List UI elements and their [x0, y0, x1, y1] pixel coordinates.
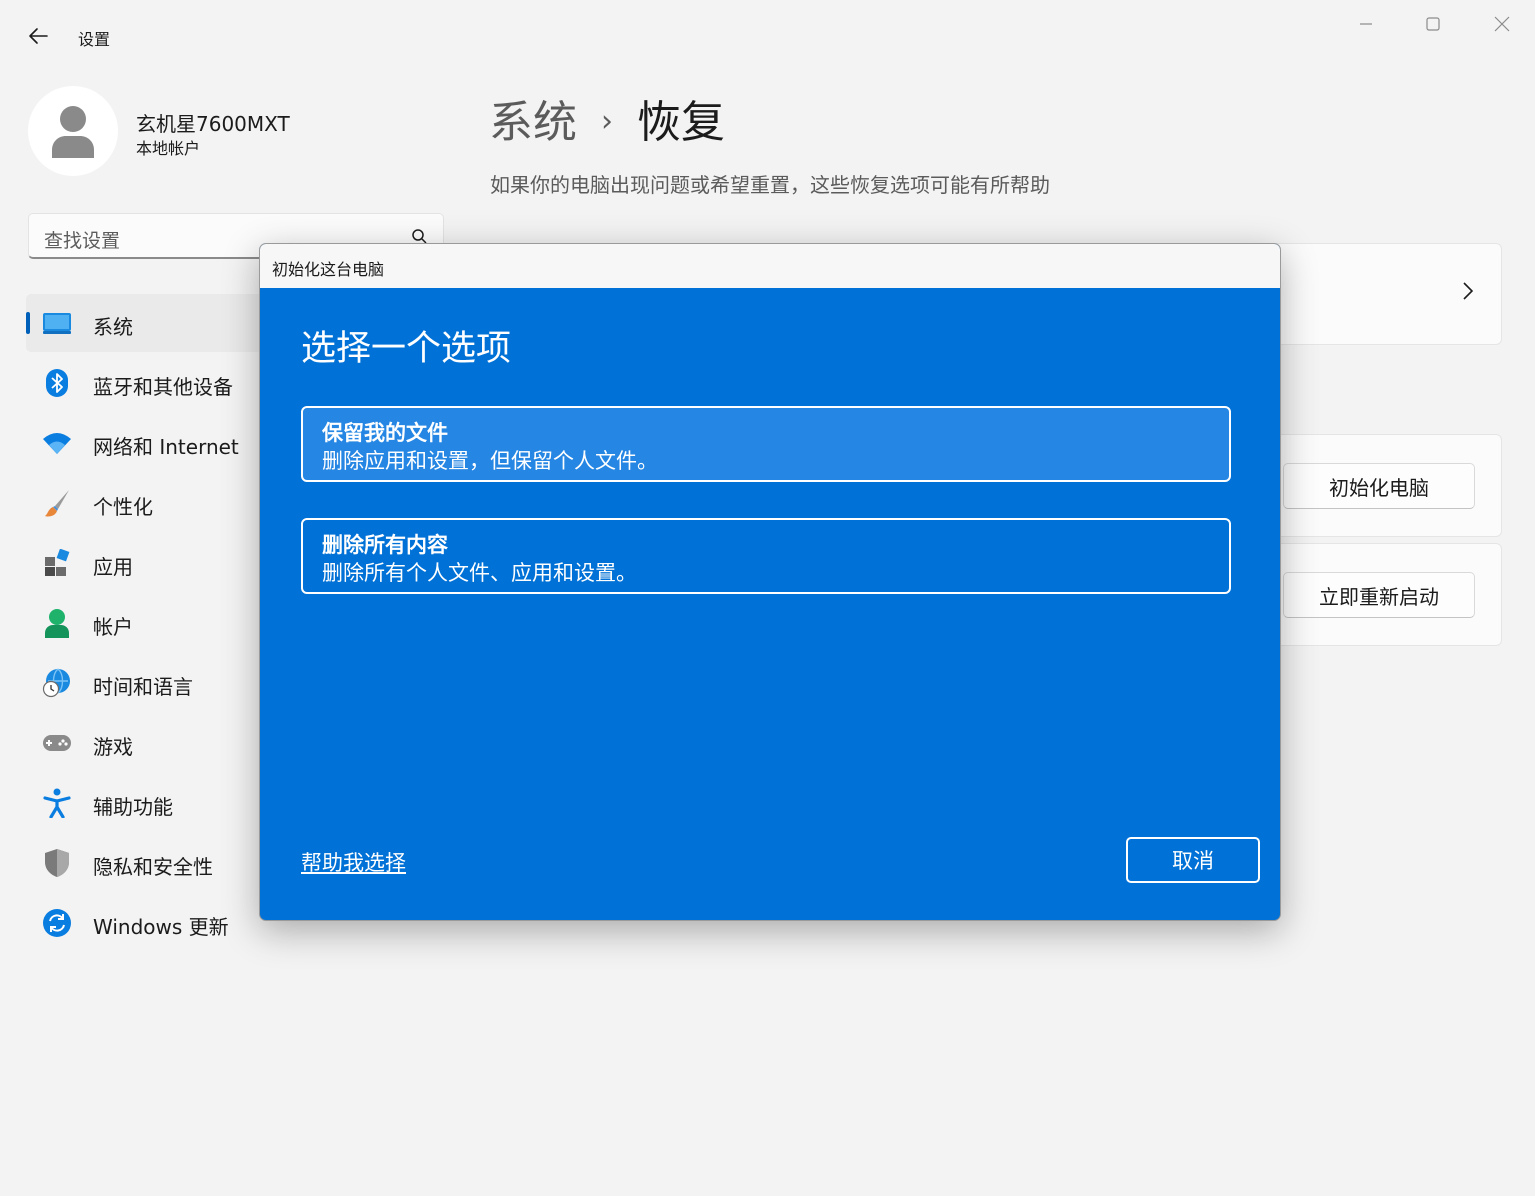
- title-bar: 设置: [0, 0, 1535, 70]
- option-description: 删除所有个人文件、应用和设置。: [322, 561, 637, 585]
- help-me-choose-link[interactable]: 帮助我选择: [301, 847, 406, 877]
- reset-pc-dialog: 初始化这台电脑 选择一个选项 保留我的文件 删除应用和设置，但保留个人文件。 删…: [259, 243, 1281, 921]
- sidebar-item-label: Windows 更新: [93, 915, 229, 939]
- sidebar-nav: 系统 蓝牙和其他设备 网络和 Internet 个性化 应用 帐户 时间和语言 …: [26, 294, 266, 954]
- sidebar-item-label: 时间和语言: [93, 675, 193, 699]
- accessibility-icon: [42, 788, 72, 818]
- person-icon: [52, 106, 94, 158]
- sidebar-item-network[interactable]: 网络和 Internet: [26, 414, 266, 472]
- user-name: 玄机星7600MXT: [136, 112, 290, 136]
- option-title: 保留我的文件: [322, 421, 448, 445]
- account-type: 本地帐户: [136, 139, 201, 158]
- bluetooth-icon: [42, 368, 72, 398]
- avatar: [28, 86, 118, 176]
- sidebar-item-label: 蓝牙和其他设备: [93, 375, 233, 399]
- sidebar-item-label: 游戏: [93, 735, 133, 759]
- active-indicator: [26, 312, 30, 334]
- sidebar-item-accounts[interactable]: 帐户: [26, 594, 266, 652]
- shield-icon: [42, 848, 72, 878]
- breadcrumb: 系统 › 恢复: [489, 86, 725, 150]
- option-description: 删除应用和设置，但保留个人文件。: [322, 449, 658, 473]
- sidebar-item-label: 网络和 Internet: [93, 435, 239, 459]
- sidebar-item-label: 个性化: [93, 495, 153, 519]
- windows-update-icon: [42, 908, 72, 938]
- sidebar-item-label: 隐私和安全性: [93, 855, 213, 879]
- sidebar-item-label: 系统: [93, 315, 133, 339]
- wifi-icon: [42, 428, 72, 458]
- dialog-heading: 选择一个选项: [301, 329, 512, 369]
- page-title: 恢复: [637, 97, 725, 148]
- restart-now-button[interactable]: 立即重新启动: [1283, 572, 1475, 618]
- app-title: 设置: [78, 30, 111, 49]
- minimize-button[interactable]: [1344, 8, 1388, 40]
- dialog-titlebar: 初始化这台电脑: [260, 244, 1280, 288]
- maximize-icon: [1426, 17, 1440, 31]
- sidebar-item-windows-update[interactable]: Windows 更新: [26, 894, 266, 952]
- search-placeholder: 查找设置: [44, 230, 121, 252]
- paintbrush-icon: [42, 488, 72, 518]
- maximize-button[interactable]: [1411, 8, 1455, 40]
- sidebar-item-system[interactable]: 系统: [26, 294, 266, 352]
- reset-pc-button[interactable]: 初始化电脑: [1283, 463, 1475, 509]
- close-icon: [1494, 16, 1510, 32]
- sidebar-item-time-language[interactable]: 时间和语言: [26, 654, 266, 712]
- sidebar-item-apps[interactable]: 应用: [26, 534, 266, 592]
- sidebar-item-label: 帐户: [93, 615, 133, 639]
- chevron-right-icon: [1463, 282, 1473, 300]
- option-remove-everything[interactable]: 删除所有内容 删除所有个人文件、应用和设置。: [301, 518, 1231, 594]
- option-keep-my-files[interactable]: 保留我的文件 删除应用和设置，但保留个人文件。: [301, 406, 1231, 482]
- sidebar-item-accessibility[interactable]: 辅助功能: [26, 774, 266, 832]
- back-arrow-icon: [29, 28, 48, 44]
- sidebar-item-gaming[interactable]: 游戏: [26, 714, 266, 772]
- sidebar-item-label: 应用: [93, 555, 133, 579]
- search-icon: [412, 229, 427, 244]
- close-button[interactable]: [1480, 8, 1524, 40]
- cancel-button[interactable]: 取消: [1126, 837, 1260, 883]
- sidebar-item-bluetooth[interactable]: 蓝牙和其他设备: [26, 354, 266, 412]
- option-title: 删除所有内容: [322, 533, 448, 557]
- apps-icon: [42, 548, 72, 578]
- dialog-title: 初始化这台电脑: [272, 260, 385, 279]
- sidebar-item-label: 辅助功能: [93, 795, 173, 819]
- breadcrumb-separator: ›: [601, 104, 613, 139]
- back-button[interactable]: [22, 20, 54, 52]
- time-language-icon: [42, 668, 72, 698]
- minimize-icon: [1360, 23, 1372, 25]
- sidebar-item-personalization[interactable]: 个性化: [26, 474, 266, 532]
- system-display-icon: [42, 308, 72, 338]
- breadcrumb-parent[interactable]: 系统: [489, 97, 577, 148]
- account-icon: [42, 608, 72, 638]
- gamepad-icon: [42, 728, 72, 758]
- sidebar-item-privacy[interactable]: 隐私和安全性: [26, 834, 266, 892]
- page-subtitle: 如果你的电脑出现问题或希望重置，这些恢复选项可能有所帮助: [490, 173, 1050, 197]
